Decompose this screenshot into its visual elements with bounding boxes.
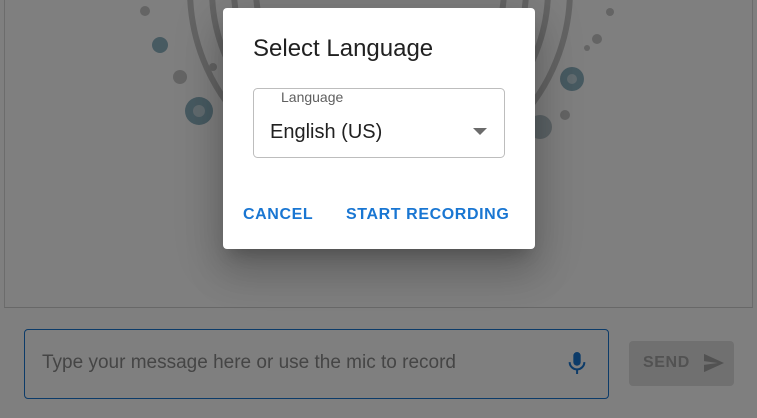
language-select[interactable]: Language English (US) (253, 88, 505, 158)
start-recording-button[interactable]: START RECORDING (346, 206, 509, 224)
language-select-label: Language (279, 89, 346, 105)
arrow-drop-down-icon (473, 128, 487, 135)
cancel-button[interactable]: CANCEL (243, 206, 313, 224)
dialog-title: Select Language (253, 35, 434, 62)
select-language-dialog: Select Language Language English (US) CA… (223, 8, 535, 249)
language-select-value: English (US) (270, 121, 383, 143)
